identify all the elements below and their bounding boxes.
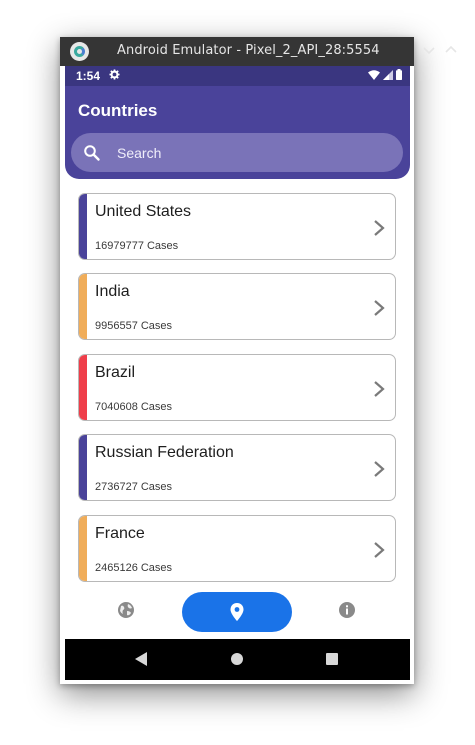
page-title: Countries (78, 101, 158, 120)
country-cases: 7040608 Cases (95, 401, 173, 413)
system-navigation-bar (65, 639, 410, 680)
recents-icon[interactable] (326, 653, 338, 665)
card-color-bar (79, 355, 87, 420)
app-header: Countries (65, 86, 410, 179)
home-icon[interactable] (231, 653, 243, 665)
country-name: Russian Federation (95, 444, 234, 461)
country-name: United States (95, 203, 192, 220)
window-title: Android Emulator - Pixel_2_API_28:5554 (117, 43, 380, 58)
status-icons (368, 69, 402, 80)
country-card-russian-federation[interactable]: Russian Federation 2736727 Cases (78, 434, 396, 501)
chevron-right-icon (374, 461, 385, 477)
country-name: Brazil (95, 364, 136, 381)
chevron-up-icon[interactable] (444, 43, 458, 57)
country-card-france[interactable]: France 2465126 Cases (78, 515, 396, 582)
country-cases: 16979777 Cases (95, 240, 179, 252)
back-icon[interactable] (134, 651, 148, 667)
card-color-bar (79, 516, 87, 581)
emulator-logo-icon (70, 42, 89, 61)
country-cases: 9956557 Cases (95, 320, 173, 332)
nav-item-countries[interactable] (182, 592, 292, 632)
country-cases: 2736727 Cases (95, 481, 173, 493)
signal-icon (383, 69, 393, 80)
chevron-right-icon (374, 300, 385, 316)
location-pin-icon (230, 603, 244, 621)
country-card-united-states[interactable]: United States 16979777 Cases (78, 193, 396, 260)
battery-icon (396, 69, 402, 80)
country-name: France (95, 525, 145, 542)
wifi-icon (368, 69, 380, 80)
settings-gear-icon (109, 69, 120, 83)
emulator-titlebar: Android Emulator - Pixel_2_API_28:5554 (60, 37, 457, 66)
phone-screen: 1:54 Countries United States 16979777Cas… (65, 66, 410, 639)
card-color-bar (79, 435, 87, 500)
card-color-bar (79, 274, 87, 339)
chevron-right-icon (374, 542, 385, 558)
search-input[interactable] (117, 143, 377, 163)
chevron-right-icon (374, 220, 385, 236)
country-name: India (95, 283, 130, 300)
search-bar[interactable] (71, 133, 403, 172)
info-icon[interactable] (338, 601, 356, 619)
globe-icon[interactable] (117, 601, 135, 619)
chevron-down-icon[interactable] (422, 43, 436, 57)
country-card-brazil[interactable]: Brazil 7040608 Cases (78, 354, 396, 421)
search-icon (84, 145, 100, 161)
status-bar: 1:54 (65, 66, 410, 86)
bottom-navigation (65, 588, 410, 639)
country-card-india[interactable]: India 9956557 Cases (78, 273, 396, 340)
status-time: 1:54 (76, 69, 101, 83)
card-color-bar (79, 194, 87, 259)
country-cases: 2465126 Cases (95, 562, 173, 574)
chevron-right-icon (374, 381, 385, 397)
